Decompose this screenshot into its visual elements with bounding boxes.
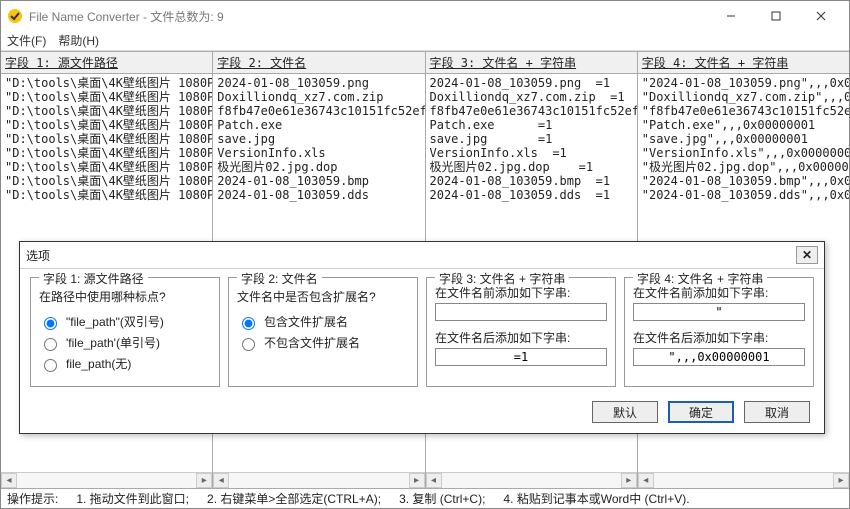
radio-label: 包含文件扩展名 (264, 313, 348, 330)
radio-label: "file_path"(双引号) (66, 313, 164, 330)
dialog-close-button[interactable]: ✕ (796, 246, 818, 264)
scroll-left-icon[interactable]: ◂ (426, 473, 442, 488)
menu-help[interactable]: 帮助(H) (58, 32, 99, 49)
horizontal-scrollbar[interactable]: ◂▸ (1, 472, 212, 488)
radio-input-include-ext[interactable] (242, 317, 255, 330)
app-window: File Name Converter - 文件总数为: 9 文件(F) 帮助(… (0, 0, 850, 509)
scroll-track[interactable] (17, 473, 196, 488)
column-header: 字段 1: 源文件路径 (1, 52, 212, 74)
status-hint-1: 1. 拖动文件到此窗口; (76, 490, 189, 507)
group3-before-input[interactable] (435, 303, 607, 321)
cancel-button[interactable]: 取消 (744, 401, 810, 423)
radio-include-ext[interactable]: 包含文件扩展名 (237, 313, 409, 330)
maximize-icon (771, 11, 781, 21)
column-header: 字段 3: 文件名 + 字符串 (426, 52, 637, 74)
status-hint-2: 2. 右键菜单>全部选定(CTRL+A); (207, 490, 381, 507)
dialog-title: 选项 (26, 247, 50, 264)
group1-question: 在路径中使用哪种标点? (39, 288, 211, 305)
radio-input-no-quote[interactable] (44, 359, 57, 372)
maximize-button[interactable] (753, 1, 798, 31)
radio-no-quote[interactable]: file_path(无) (39, 355, 211, 372)
button-label: 默认 (613, 404, 637, 421)
titlebar: File Name Converter - 文件总数为: 9 (1, 1, 849, 31)
status-label: 操作提示: (7, 490, 58, 507)
radio-input-exclude-ext[interactable] (242, 338, 255, 351)
radio-input-single-quote[interactable] (44, 338, 57, 351)
scroll-track[interactable] (654, 473, 833, 488)
group-field3: 字段 3: 文件名 + 字符串 在文件名前添加如下字串: 在文件名后添加如下字串… (426, 277, 616, 387)
dialog-titlebar: 选项 ✕ (20, 242, 824, 269)
scroll-left-icon[interactable]: ◂ (1, 473, 17, 488)
column-header: 字段 2: 文件名 (213, 52, 424, 74)
statusbar: 操作提示: 1. 拖动文件到此窗口; 2. 右键菜单>全部选定(CTRL+A);… (1, 488, 849, 508)
menubar: 文件(F) 帮助(H) (1, 31, 849, 51)
group-field2: 字段 2: 文件名 文件名中是否包含扩展名? 包含文件扩展名 不包含文件扩展名 (228, 277, 418, 387)
scroll-right-icon[interactable]: ▸ (409, 473, 425, 488)
menu-file[interactable]: 文件(F) (7, 32, 46, 49)
app-icon (7, 8, 23, 24)
scroll-left-icon[interactable]: ◂ (638, 473, 654, 488)
close-button[interactable] (798, 1, 843, 31)
radio-label: 'file_path'(单引号) (66, 334, 160, 351)
group3-after-input[interactable] (435, 348, 607, 366)
group1-legend: 字段 1: 源文件路径 (39, 270, 148, 287)
window-buttons (708, 1, 843, 31)
group4-after-label: 在文件名后添加如下字串: (633, 329, 805, 346)
radio-single-quote[interactable]: 'file_path'(单引号) (39, 334, 211, 351)
scroll-track[interactable] (229, 473, 408, 488)
window-title: File Name Converter - 文件总数为: 9 (29, 8, 708, 25)
radio-double-quote[interactable]: "file_path"(双引号) (39, 313, 211, 330)
group4-before-input[interactable] (633, 303, 805, 321)
horizontal-scrollbar[interactable]: ◂▸ (638, 472, 849, 488)
button-label: 确定 (689, 404, 713, 421)
group4-legend: 字段 4: 文件名 + 字符串 (633, 270, 767, 287)
group4-after-input[interactable] (633, 348, 805, 366)
scroll-right-icon[interactable]: ▸ (196, 473, 212, 488)
scroll-track[interactable] (442, 473, 621, 488)
radio-label: file_path(无) (66, 355, 131, 372)
close-icon: ✕ (802, 248, 812, 262)
minimize-icon (726, 11, 736, 21)
scroll-left-icon[interactable]: ◂ (213, 473, 229, 488)
options-dialog: 选项 ✕ 字段 1: 源文件路径 在路径中使用哪种标点? "file_path"… (19, 241, 825, 434)
dialog-body: 字段 1: 源文件路径 在路径中使用哪种标点? "file_path"(双引号)… (20, 269, 824, 395)
radio-label: 不包含文件扩展名 (264, 334, 360, 351)
status-hint-4: 4. 粘贴到记事本或Word中 (Ctrl+V). (503, 490, 689, 507)
scroll-right-icon[interactable]: ▸ (621, 473, 637, 488)
close-icon (816, 11, 826, 21)
status-hint-3: 3. 复制 (Ctrl+C); (399, 490, 485, 507)
horizontal-scrollbar[interactable]: ◂▸ (426, 472, 637, 488)
radio-input-double-quote[interactable] (44, 317, 57, 330)
default-button[interactable]: 默认 (592, 401, 658, 423)
horizontal-scrollbar[interactable]: ◂▸ (213, 472, 424, 488)
scroll-right-icon[interactable]: ▸ (833, 473, 849, 488)
group-field1: 字段 1: 源文件路径 在路径中使用哪种标点? "file_path"(双引号)… (30, 277, 220, 387)
ok-button[interactable]: 确定 (668, 401, 734, 423)
radio-exclude-ext[interactable]: 不包含文件扩展名 (237, 334, 409, 351)
column-header: 字段 4: 文件名 + 字符串 (638, 52, 849, 74)
group-field4: 字段 4: 文件名 + 字符串 在文件名前添加如下字串: 在文件名后添加如下字串… (624, 277, 814, 387)
group3-legend: 字段 3: 文件名 + 字符串 (435, 270, 569, 287)
group2-question: 文件名中是否包含扩展名? (237, 288, 409, 305)
group2-legend: 字段 2: 文件名 (237, 270, 322, 287)
dialog-buttons: 默认 确定 取消 (20, 395, 824, 433)
minimize-button[interactable] (708, 1, 753, 31)
group3-after-label: 在文件名后添加如下字串: (435, 329, 607, 346)
button-label: 取消 (765, 404, 789, 421)
